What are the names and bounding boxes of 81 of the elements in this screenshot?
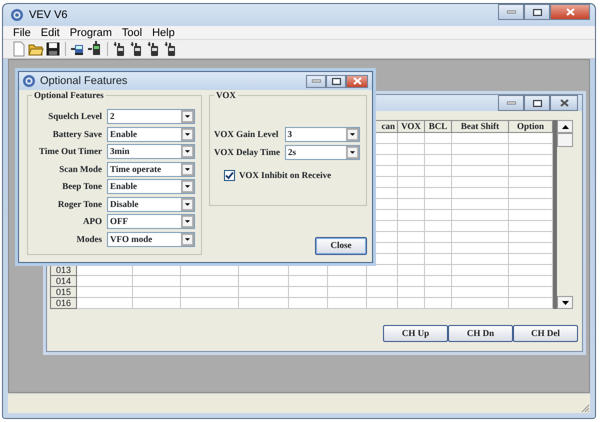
row-number: 015 xyxy=(50,286,76,298)
field-label: Modes xyxy=(76,232,102,246)
field-label: Scan Mode xyxy=(58,162,102,176)
checkmark-icon xyxy=(225,171,234,180)
dropdown-arrow-icon xyxy=(181,128,194,141)
dropdown-arrow-icon xyxy=(346,128,359,142)
close-icon xyxy=(566,8,574,16)
close-button[interactable] xyxy=(550,95,578,111)
app-logo-icon xyxy=(22,74,36,88)
scroll-down-button[interactable] xyxy=(557,296,573,309)
menu-item[interactable]: Edit xyxy=(36,26,66,39)
close-button[interactable] xyxy=(346,74,368,88)
column-header[interactable]: VOX xyxy=(398,120,424,132)
dropdown-arrow-icon xyxy=(346,146,359,159)
close-button[interactable]: Close xyxy=(315,237,367,255)
new-file-icon[interactable] xyxy=(11,41,27,57)
maximize-button[interactable] xyxy=(524,4,550,20)
window-title: VEV V6 xyxy=(29,8,68,23)
column-header[interactable]: Beat Shift xyxy=(452,120,508,132)
dropdown-arrow-icon xyxy=(181,180,194,194)
dropdown[interactable]: 3min xyxy=(107,144,195,160)
resize-grip-icon xyxy=(580,403,590,413)
dropdown-arrow-icon xyxy=(181,162,194,176)
row-number: 014 xyxy=(50,276,76,286)
checkbox[interactable]: VOX Inhibit on Receive xyxy=(224,169,360,182)
minimize-icon xyxy=(506,10,516,14)
minimize-icon xyxy=(506,101,516,105)
dropdown[interactable]: 3 xyxy=(284,127,360,142)
dialog-title: Optional Features xyxy=(40,74,128,89)
channel-button[interactable]: CH Dn xyxy=(448,325,513,342)
channel-button[interactable]: CH Del xyxy=(513,325,578,342)
up-arrow-icon xyxy=(562,124,568,128)
dropdown-arrow-icon xyxy=(181,110,194,124)
minimize-icon xyxy=(312,79,320,83)
dropdown[interactable]: Enable xyxy=(107,126,195,142)
dropdown[interactable]: 2 xyxy=(107,109,195,124)
dropdown-arrow-icon xyxy=(181,232,194,246)
field-label: APO xyxy=(82,215,102,228)
field-label: Beep Tone xyxy=(61,180,102,193)
group-title: VOX xyxy=(214,90,238,101)
scrollbar-thumb[interactable] xyxy=(557,133,573,147)
dropdown[interactable]: OFF xyxy=(107,214,195,230)
maximize-button[interactable] xyxy=(524,95,550,111)
group-title: Optional Features xyxy=(32,90,106,101)
menu-item[interactable]: Program xyxy=(66,26,118,39)
close-icon xyxy=(560,99,568,107)
scroll-up-button[interactable] xyxy=(557,120,573,133)
dropdown[interactable]: Disable xyxy=(107,196,195,212)
down-arrow-icon xyxy=(562,300,568,304)
dropdown[interactable]: VFO mode xyxy=(107,232,195,247)
row-number: 016 xyxy=(50,298,76,308)
maximize-icon xyxy=(332,78,340,84)
field-label: VOX Gain Level xyxy=(214,128,280,141)
field-label: Squelch Level xyxy=(47,110,102,123)
minimize-button[interactable] xyxy=(498,4,524,20)
radio-icon[interactable] xyxy=(87,41,103,57)
menu-item[interactable]: File xyxy=(9,26,37,39)
minimize-button[interactable] xyxy=(498,95,524,111)
close-icon xyxy=(352,77,362,85)
dropdown-arrow-icon xyxy=(181,145,194,158)
field-label: VOX Delay Time xyxy=(214,146,280,159)
channel-button[interactable]: CH Up xyxy=(383,325,448,342)
field-label: Battery Save xyxy=(52,128,102,141)
column-header[interactable]: BCL xyxy=(424,120,452,132)
minimize-button[interactable] xyxy=(306,74,326,88)
menu-item[interactable]: Tool xyxy=(118,26,148,39)
dropdown[interactable]: Enable xyxy=(107,179,195,194)
maximize-icon xyxy=(532,8,542,16)
field-label: Roger Tone xyxy=(56,198,102,211)
save-icon[interactable] xyxy=(45,41,61,57)
column-header[interactable]: Option xyxy=(508,120,552,132)
dropdown[interactable]: Time operate xyxy=(107,162,195,177)
field-label: Time Out Timer xyxy=(38,145,102,158)
dropdown[interactable]: 2s xyxy=(284,144,360,160)
maximize-icon xyxy=(532,100,542,106)
menu-item[interactable]: Help xyxy=(148,26,181,39)
app-logo-icon xyxy=(10,8,24,22)
dropdown-arrow-icon xyxy=(181,198,194,211)
dropdown-arrow-icon xyxy=(181,215,194,228)
maximize-button[interactable] xyxy=(326,74,346,88)
close-button[interactable] xyxy=(550,4,590,20)
